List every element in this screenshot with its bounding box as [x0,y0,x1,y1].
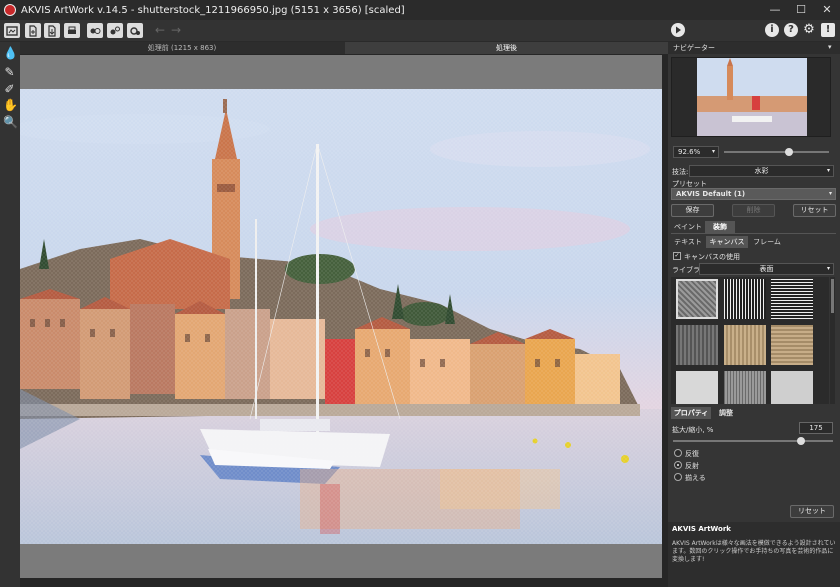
reset-button[interactable]: リセット [790,505,834,518]
save-preset-button[interactable]: 保存 [671,204,714,217]
info-panel: AKVIS ArtWork AKVIS ArtWorkは様々な画法を模倣できるよ… [668,522,840,587]
right-panel: ナビゲーター ▾ 92.6% ▾ 技法: 水彩 ▾ プリセット AKVIS De… [668,42,840,587]
save-file-icon[interactable] [44,23,60,38]
texture-item[interactable] [771,371,813,404]
texture-grid [671,277,829,404]
redo-icon[interactable]: → [168,23,184,38]
chevron-down-icon: ▾ [826,167,830,174]
info-icon[interactable]: i [765,23,779,37]
preset-value: AKVIS Default (1) [676,190,746,198]
subtab-canvas[interactable]: キャンバス [706,236,748,248]
texture-item[interactable] [724,371,766,404]
gear-icon[interactable]: ⚙ [802,23,816,37]
chevron-down-icon: ▾ [826,265,830,272]
maximize-button[interactable]: ☐ [788,0,814,20]
use-canvas-label: キャンバスの使用 [684,253,740,261]
zoom-select[interactable]: 92.6% ▾ [673,146,719,158]
drop-icon[interactable]: 💧 [3,47,18,60]
radio-reflect[interactable] [674,461,682,469]
texture-item[interactable] [676,371,718,404]
zoom-value: 92.6% [678,148,701,156]
delete-preset-button[interactable]: 削除 [732,204,775,217]
title-bar: AKVIS ArtWork v.14.5 - shutterstock_1211… [0,0,840,20]
use-canvas-checkbox[interactable]: ✓ [673,252,681,260]
radio-repeat-label: 反復 [685,450,699,458]
texture-item[interactable] [724,325,766,365]
preset-select[interactable]: AKVIS Default (1) ▾ [671,188,836,200]
tab-properties[interactable]: プロパティ [671,407,711,419]
texture-item[interactable] [724,279,766,319]
navigator-thumbnail[interactable] [671,57,831,137]
tab-before[interactable]: 処理前 (1215 x 863) [20,42,344,54]
texture-item[interactable] [676,279,718,319]
scale-slider-track[interactable] [673,440,833,442]
method-label: 技法: [672,168,689,176]
chevron-down-icon: ▾ [828,190,832,197]
left-toolbar: 💧 ✎ ✐ ✋ 🔍 [0,42,20,587]
scale-input[interactable]: 175 [799,422,833,434]
reset-preset-button[interactable]: リセット [793,204,836,217]
tab-adjust[interactable]: 調整 [713,407,739,419]
method-select[interactable]: 水彩 ▾ [689,165,834,177]
texture-item[interactable] [771,279,813,319]
library-select[interactable]: 表面 ▾ [699,263,834,275]
texture-item[interactable] [771,325,813,365]
tab-paint[interactable]: ペイント [671,221,705,233]
app-window: AKVIS ArtWork v.14.5 - shutterstock_1211… [0,0,840,587]
info-text: AKVIS ArtWorkは様々な画法を模倣できるよう設計されています。数回のク… [672,540,836,563]
main-toolbar: ← → i ? ⚙ ! [0,20,840,42]
zoom-slider-track[interactable] [724,151,829,153]
help-icon[interactable]: ? [784,23,798,37]
stroke-brush-icon[interactable]: ✐ [3,83,16,96]
home-icon[interactable] [4,23,20,38]
notice-icon[interactable]: ! [821,23,835,37]
texture-item[interactable] [676,325,718,365]
open-file-icon[interactable] [25,23,41,38]
print-icon[interactable] [64,23,80,38]
view-tabs: 処理前 (1215 x 863) 処理後 [20,42,668,54]
canvas-margin-bottom [20,544,662,578]
scrollbar-thumb[interactable] [831,279,834,313]
zoom-icon[interactable]: 🔍 [3,116,18,129]
radio-reflect-label: 反射 [685,462,699,470]
window-title: AKVIS ArtWork v.14.5 - shutterstock_1211… [21,4,405,16]
canvas-margin-top [20,55,662,89]
texture-scrollbar[interactable] [830,277,835,404]
method-value: 水彩 [754,167,769,175]
scale-label: 拡大/縮小, % [672,426,714,434]
run-icon[interactable] [671,23,685,37]
settings-batch-icon[interactable] [127,23,143,38]
radio-align[interactable] [674,473,682,481]
library-value: 表面 [759,265,774,273]
info-title: AKVIS ArtWork [672,525,731,533]
subtab-text[interactable]: テキスト [671,236,705,248]
share-icon[interactable] [107,23,123,38]
brush-icon[interactable]: ✎ [3,66,16,79]
navigator-title: ナビゲーター [668,42,840,54]
tabs-divider [671,233,836,234]
subtab-frame[interactable]: フレーム [750,236,784,248]
app-logo-icon [4,4,16,16]
zoom-slider-knob[interactable] [785,148,794,156]
scale-slider-knob[interactable] [797,437,805,445]
radio-align-label: 揃える [685,474,706,482]
undo-icon[interactable]: ← [152,23,168,38]
batch-icon[interactable] [87,23,103,38]
tab-after[interactable]: 処理後 [345,42,668,54]
navigator-collapse-icon[interactable]: ▾ [828,43,832,51]
radio-repeat[interactable] [674,449,682,457]
processed-image[interactable] [20,89,662,544]
tab-decoration[interactable]: 装飾 [705,221,735,233]
minimize-button[interactable]: — [762,0,788,20]
hand-icon[interactable]: ✋ [3,99,18,112]
chevron-down-icon: ▾ [711,148,715,155]
close-button[interactable]: ✕ [814,0,840,20]
